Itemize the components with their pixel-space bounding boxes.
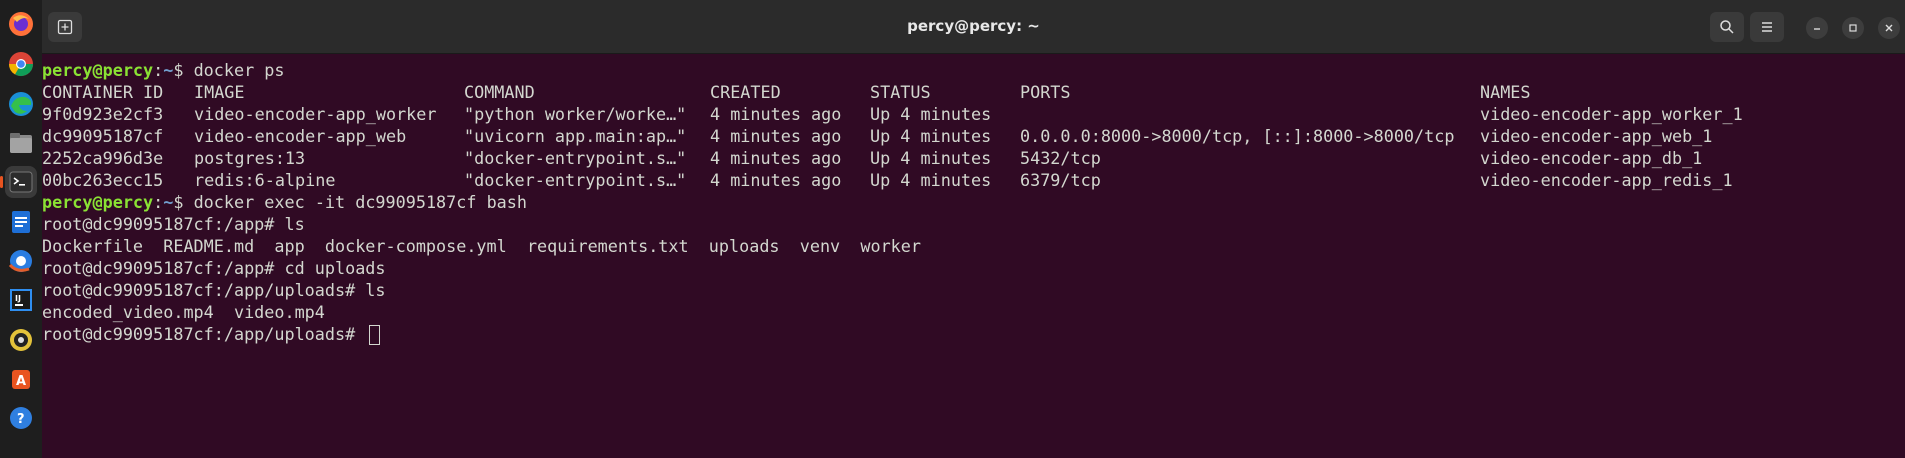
cell-created: 4 minutes ago	[710, 148, 842, 168]
current-prompt-line: root@dc99095187cf:/app/uploads#	[42, 323, 381, 345]
col-header-ports: PORTS	[1020, 82, 1071, 102]
menu-button[interactable]	[1750, 12, 1784, 42]
prompt-symbol: $	[173, 60, 194, 80]
cell-created: 4 minutes ago	[710, 104, 842, 124]
prompt-line: percy@percy:~$ docker ps	[42, 59, 285, 81]
search-button[interactable]	[1710, 12, 1744, 42]
cell-names: video-encoder-app_worker_1	[1480, 104, 1743, 124]
prompt-user: percy@percy	[42, 60, 154, 80]
col-header-image: IMAGE	[194, 82, 245, 102]
table-row: 2252ca996d3e postgres:13 "docker-entrypo…	[42, 147, 1902, 169]
chrome-icon[interactable]	[5, 48, 37, 80]
col-header-container-id: CONTAINER ID	[42, 82, 164, 102]
libreoffice-writer-icon[interactable]	[5, 206, 37, 238]
cell-container-id: 9f0d923e2cf3	[42, 104, 164, 124]
cell-created: 4 minutes ago	[710, 126, 842, 146]
terminal-icon[interactable]	[0, 166, 37, 198]
terminal-line: encoded_video.mp4 video.mp4	[42, 302, 325, 322]
prompt-symbol: $	[173, 192, 194, 212]
prompt-separator: :	[153, 192, 164, 212]
browser-icon[interactable]	[5, 245, 37, 277]
command-text: docker exec -it dc99095187cf bash	[193, 192, 527, 212]
window-title: percy@percy: ~	[907, 17, 1040, 35]
edge-icon[interactable]	[5, 88, 37, 120]
cell-names: video-encoder-app_redis_1	[1480, 170, 1733, 190]
close-icon	[1885, 24, 1893, 32]
terminal-line: root@dc99095187cf:/app/uploads# ls	[42, 280, 386, 300]
terminal-headerbar: percy@percy: ~	[42, 0, 1905, 54]
cell-image: redis:6-alpine	[194, 170, 336, 190]
cell-status: Up 4 minutes	[870, 148, 992, 168]
cell-image: video-encoder-app_worker	[194, 104, 437, 124]
cell-ports: 6379/tcp	[1020, 170, 1101, 190]
terminal-output[interactable]: percy@percy:~$ docker ps CONTAINER ID IM…	[42, 59, 1905, 458]
cell-status: Up 4 minutes	[870, 170, 992, 190]
prompt-line: percy@percy:~$ docker exec -it dc9909518…	[42, 191, 527, 213]
col-header-command: COMMAND	[464, 82, 535, 102]
svg-text:?: ?	[17, 412, 25, 427]
col-header-names: NAMES	[1480, 82, 1531, 102]
text-cursor	[369, 325, 381, 345]
terminal-line: root@dc99095187cf:/app# cd uploads	[42, 258, 386, 278]
cell-image: postgres:13	[194, 148, 306, 168]
firefox-icon[interactable]	[5, 8, 37, 40]
cell-image: video-encoder-app_web	[194, 126, 407, 146]
maximize-button[interactable]	[1842, 17, 1864, 39]
cell-container-id: dc99095187cf	[42, 126, 164, 146]
cell-names: video-encoder-app_web_1	[1480, 126, 1713, 146]
prompt-path: ~	[163, 192, 174, 212]
command-text: docker ps	[193, 60, 285, 80]
minimize-button[interactable]	[1806, 17, 1828, 39]
cell-ports: 0.0.0.0:8000->8000/tcp, [::]:8000->8000/…	[1020, 126, 1455, 146]
help-icon[interactable]: ?	[5, 402, 37, 434]
table-header: CONTAINER ID IMAGE COMMAND CREATED STATU…	[42, 81, 1902, 103]
cell-command: "docker-entrypoint.s…"	[464, 148, 687, 168]
cell-command: "uvicorn app.main:ap…"	[464, 126, 687, 146]
cell-command: "docker-entrypoint.s…"	[464, 170, 687, 190]
terminal-line: root@dc99095187cf:/app# ls	[42, 214, 305, 234]
table-row: 9f0d923e2cf3 video-encoder-app_worker "p…	[42, 103, 1902, 125]
table-row: dc99095187cf video-encoder-app_web "uvic…	[42, 125, 1902, 147]
rhythmbox-icon[interactable]	[5, 324, 37, 356]
maximize-icon	[1849, 24, 1857, 32]
prompt-user: percy@percy	[42, 192, 154, 212]
cell-names: video-encoder-app_db_1	[1480, 148, 1703, 168]
cell-ports: 5432/tcp	[1020, 148, 1101, 168]
cell-status: Up 4 minutes	[870, 104, 992, 124]
terminal-line: Dockerfile README.md app docker-compose.…	[42, 236, 921, 256]
files-icon[interactable]	[5, 127, 37, 159]
svg-text:A: A	[16, 374, 26, 389]
jetbrains-icon[interactable]: IJ	[5, 284, 37, 316]
table-row: 00bc263ecc15 redis:6-alpine "docker-entr…	[42, 169, 1902, 191]
col-header-status: STATUS	[870, 82, 931, 102]
dock: IJ A ?	[0, 0, 42, 458]
prompt-separator: :	[153, 60, 164, 80]
svg-text:IJ: IJ	[15, 294, 21, 303]
col-header-created: CREATED	[710, 82, 781, 102]
hamburger-menu-icon	[1762, 22, 1772, 32]
cell-container-id: 00bc263ecc15	[42, 170, 164, 190]
minimize-icon	[1814, 28, 1820, 30]
close-button[interactable]	[1878, 17, 1900, 39]
cell-container-id: 2252ca996d3e	[42, 148, 164, 168]
prompt-text: root@dc99095187cf:/app/uploads#	[42, 324, 366, 344]
prompt-path: ~	[163, 60, 174, 80]
software-center-icon[interactable]: A	[5, 363, 37, 395]
cell-status: Up 4 minutes	[870, 126, 992, 146]
cell-created: 4 minutes ago	[710, 170, 842, 190]
cell-command: "python worker/worke…"	[464, 104, 687, 124]
search-icon	[1720, 20, 1734, 34]
